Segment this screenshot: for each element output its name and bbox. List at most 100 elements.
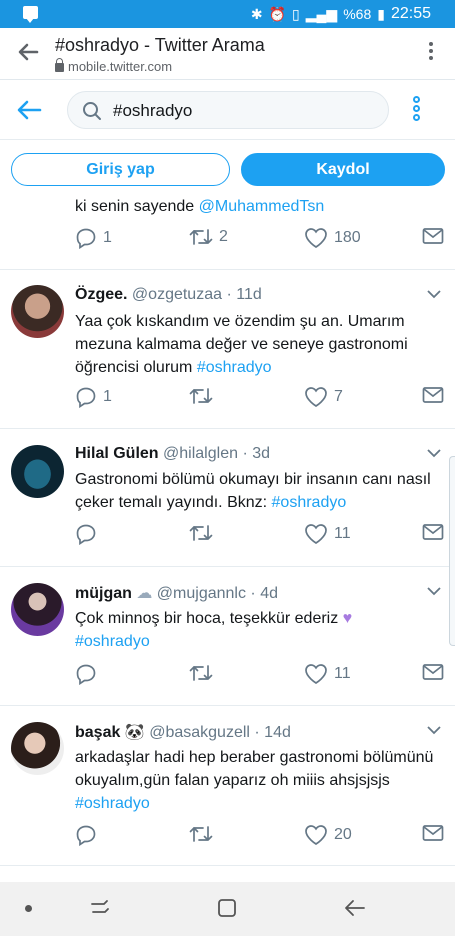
heart-icon: [305, 664, 327, 685]
tweet-actions: 1 2 180: [75, 227, 445, 251]
vibrate-icon: ▯: [292, 5, 300, 22]
tweet-text: ki senin sayende @MuhammedTsn: [75, 198, 325, 215]
status-bar: ✱ ⏰ ▯ ▂▄▆ %68 ▮ 22:55: [0, 0, 455, 28]
retweet-action[interactable]: [189, 386, 219, 406]
hashtag-link[interactable]: #oshradyo: [75, 633, 150, 650]
chevron-down-icon[interactable]: [427, 449, 441, 458]
more-options-icon[interactable]: [413, 96, 421, 124]
like-action[interactable]: 11: [304, 663, 351, 685]
status-indicators: ✱ ⏰ ▯ ▂▄▆ %68 ▮ 22:55: [251, 5, 431, 23]
chevron-down-icon[interactable]: [427, 290, 441, 299]
reply-action[interactable]: 1: [75, 386, 112, 408]
tweet-actions: 1 7: [75, 386, 445, 410]
retweet-action[interactable]: [189, 663, 219, 683]
reply-icon: [76, 664, 96, 685]
heart-icon: [305, 524, 327, 545]
tweet-feed[interactable]: ki senin sayende @MuhammedTsn 1 2 180 Öz…: [0, 198, 455, 882]
retweet-icon: [189, 665, 213, 681]
reply-action[interactable]: [75, 523, 103, 545]
home-icon[interactable]: [216, 897, 238, 919]
reply-icon: [76, 228, 96, 249]
tweet-text: Çok minnoş bir hoca, teşekkür ederiz ♥ #o…: [75, 610, 353, 650]
like-action[interactable]: 180: [304, 227, 361, 249]
tweet-text: Gastronomi bölümü okumayı bir insanın ca…: [75, 471, 431, 511]
user-name[interactable]: müjgan: [75, 585, 132, 602]
user-name[interactable]: başak: [75, 724, 120, 741]
avatar[interactable]: [11, 583, 64, 636]
browser-toolbar: #oshradyo - Twitter Arama mobile.twitter…: [0, 28, 455, 80]
reply-action[interactable]: [75, 824, 103, 846]
mail-icon: [422, 825, 444, 841]
alarm-icon: ⏰: [268, 5, 287, 22]
hashtag-link[interactable]: #oshradyo: [197, 359, 272, 376]
back-icon[interactable]: [343, 897, 367, 919]
scrollbar[interactable]: [449, 456, 455, 646]
like-action[interactable]: 11: [304, 523, 351, 545]
user-handle[interactable]: @hilalglen: [163, 445, 238, 462]
battery-level: %68: [343, 6, 372, 22]
reply-action[interactable]: 1: [75, 227, 112, 249]
recent-apps-icon[interactable]: [89, 897, 111, 919]
retweet-icon: [189, 826, 213, 842]
page-title: #oshradyo - Twitter Arama: [55, 35, 265, 55]
tweet-actions: 11: [75, 663, 445, 687]
url-text: mobile.twitter.com: [68, 59, 173, 74]
tweet[interactable]: müjgan ☁ @mujgannlc · 4d Çok minnoş bir …: [0, 567, 455, 706]
avatar[interactable]: [11, 445, 64, 498]
user-handle[interactable]: @mujgannlc: [157, 585, 246, 602]
tweet[interactable]: başak 🐼 @basakguzell · 14d arkadaşlar ha…: [0, 706, 455, 866]
auth-bar: Giriş yap Kaydol: [0, 140, 455, 198]
tweet[interactable]: Hilal Gülen @hilalglen · 3d Gastronomi b…: [0, 429, 455, 567]
clock: 22:55: [390, 5, 431, 22]
user-name[interactable]: Özgee.: [75, 286, 127, 303]
retweet-action[interactable]: 2: [189, 227, 228, 247]
avatar[interactable]: [11, 285, 64, 338]
browser-back-icon[interactable]: [14, 38, 42, 66]
bluetooth-icon: ✱: [250, 5, 263, 22]
dm-action[interactable]: [422, 386, 444, 404]
user-name[interactable]: Hilal Gülen: [75, 445, 159, 462]
search-input[interactable]: [113, 98, 373, 124]
browser-menu-icon[interactable]: [429, 42, 433, 64]
mention-link[interactable]: @MuhammedTsn: [199, 198, 325, 215]
search-box[interactable]: [67, 91, 389, 129]
signup-button[interactable]: Kaydol: [241, 153, 445, 186]
chevron-down-icon[interactable]: [427, 587, 441, 596]
battery-icon: ▮: [377, 5, 385, 22]
user-handle[interactable]: @ozgetuzaa: [132, 286, 222, 303]
retweet-action[interactable]: [189, 824, 219, 844]
chevron-down-icon[interactable]: [427, 726, 441, 735]
hashtag-link[interactable]: #oshradyo: [75, 795, 150, 812]
hashtag-link[interactable]: #oshradyo: [272, 494, 347, 511]
avatar[interactable]: [11, 722, 64, 775]
reply-icon: [76, 387, 96, 408]
reply-action[interactable]: [75, 663, 103, 685]
tweet[interactable]: ki senin sayende @MuhammedTsn 1 2 180: [0, 198, 455, 270]
like-action[interactable]: 20: [304, 824, 352, 846]
dm-action[interactable]: [422, 824, 444, 842]
dm-action[interactable]: [422, 663, 444, 681]
retweet-icon: [189, 388, 213, 404]
lock-icon: [55, 58, 64, 72]
like-action[interactable]: 7: [304, 386, 343, 408]
retweet-action[interactable]: [189, 523, 219, 543]
message-notification-icon: [23, 6, 38, 23]
dm-action[interactable]: [422, 227, 444, 245]
tweet-text: arkadaşlar hadi hep beraber gastronomi b…: [75, 749, 434, 812]
tweet-time: · 4d: [250, 585, 278, 602]
login-button[interactable]: Giriş yap: [11, 153, 230, 186]
user-handle[interactable]: @basakguzell: [149, 724, 250, 741]
url-bar[interactable]: mobile.twitter.com: [55, 58, 173, 74]
purple-heart-icon: ♥: [342, 610, 353, 627]
dm-action[interactable]: [422, 523, 444, 541]
system-nav-bar: [0, 882, 455, 936]
reply-icon: [76, 825, 96, 846]
reply-icon: [76, 524, 96, 545]
tweet-actions: 20: [75, 824, 445, 848]
mail-icon: [422, 387, 444, 403]
tweet-time: · 14d: [254, 724, 291, 741]
back-arrow-icon[interactable]: [16, 98, 42, 122]
nav-dot-icon[interactable]: [25, 905, 32, 912]
mail-icon: [422, 664, 444, 680]
tweet[interactable]: Özgee. @ozgetuzaa · 11d Yaa çok kıskandı…: [0, 270, 455, 429]
